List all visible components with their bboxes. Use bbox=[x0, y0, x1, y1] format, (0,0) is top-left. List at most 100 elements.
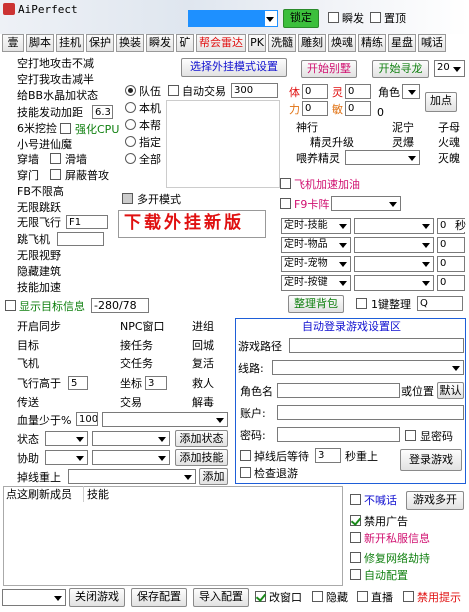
left-feature-10[interactable]: 无限飞行 bbox=[17, 216, 61, 229]
sync-airplane[interactable]: 飞机 bbox=[17, 357, 39, 370]
f9-card-dropdown[interactable] bbox=[331, 196, 401, 211]
tab-8[interactable]: PK bbox=[248, 34, 266, 52]
left-feature-3[interactable]: 技能发动加距 bbox=[17, 106, 83, 119]
tab-2[interactable]: 挂机 bbox=[56, 34, 84, 52]
account-input[interactable] bbox=[277, 405, 464, 420]
timer-type-1[interactable]: 定时-物品 bbox=[281, 237, 351, 253]
block-normal-attack-checkbox[interactable] bbox=[50, 169, 61, 180]
left-feature-4[interactable]: 6米挖捡 bbox=[17, 122, 57, 135]
auto-trade-input[interactable]: 300 bbox=[231, 83, 278, 98]
hp-dropdown[interactable] bbox=[102, 412, 228, 427]
assist-dropdown-1[interactable] bbox=[45, 450, 88, 465]
tab-12[interactable]: 精练 bbox=[358, 34, 386, 52]
start-pathfind-button[interactable]: 开始寻龙 bbox=[372, 60, 429, 78]
assist-dropdown-2[interactable] bbox=[92, 450, 170, 465]
feed-spirit-dropdown[interactable] bbox=[345, 150, 420, 165]
tab-3[interactable]: 保护 bbox=[86, 34, 114, 52]
new-private-label[interactable]: 新开私服信息 bbox=[364, 532, 430, 545]
left-feature-0[interactable]: 空打地攻击不减 bbox=[17, 57, 94, 70]
ban-ads-checkbox[interactable] bbox=[350, 515, 361, 526]
sync-start-sync[interactable]: 开启同步 bbox=[17, 320, 61, 333]
tab-7[interactable]: 帮会雷达 bbox=[196, 34, 246, 52]
tab-4[interactable]: 换装 bbox=[116, 34, 144, 52]
topmost-checkbox[interactable] bbox=[370, 12, 381, 23]
sync-target[interactable]: 目标 bbox=[17, 339, 39, 352]
organize-key-input[interactable]: Q bbox=[417, 296, 463, 311]
lock-button[interactable]: 锁定 bbox=[283, 9, 319, 28]
group-radio-3[interactable] bbox=[125, 136, 136, 147]
tab-14[interactable]: 喊话 bbox=[418, 34, 446, 52]
role-name-input[interactable] bbox=[277, 383, 400, 398]
tab-0[interactable]: 壹 bbox=[2, 34, 24, 52]
hide-checkbox[interactable] bbox=[312, 591, 323, 602]
no-shout-checkbox[interactable] bbox=[350, 494, 361, 505]
timer-type-2[interactable]: 定时-宠物 bbox=[281, 256, 351, 272]
agility-input[interactable]: 0 bbox=[345, 101, 371, 116]
multi-open-checkbox[interactable] bbox=[122, 193, 133, 204]
tab-11[interactable]: 焕魂 bbox=[328, 34, 356, 52]
auto-trade-checkbox[interactable] bbox=[168, 85, 179, 96]
status-dropdown-2[interactable] bbox=[92, 431, 170, 446]
sync-trade[interactable]: 交易 bbox=[120, 396, 142, 409]
group-radio-4[interactable] bbox=[125, 153, 136, 164]
body-input[interactable]: 0 bbox=[302, 84, 328, 99]
import-config-button[interactable]: 导入配置 bbox=[193, 588, 249, 607]
timer-value-1[interactable]: 0 bbox=[437, 237, 465, 253]
timer-item-2[interactable] bbox=[354, 256, 434, 272]
tab-9[interactable]: 洗髓 bbox=[268, 34, 296, 52]
fly-key-input[interactable]: F1 bbox=[66, 215, 108, 229]
group-radio-0[interactable] bbox=[125, 85, 136, 96]
timer-item-1[interactable] bbox=[354, 237, 434, 253]
select-mode-button[interactable]: 选择外挂模式设置 bbox=[181, 58, 287, 77]
sync-disconnect[interactable]: 掉线重上 bbox=[17, 471, 61, 484]
game-multi-button[interactable]: 游戏多开 bbox=[406, 491, 464, 510]
add-point-button[interactable]: 加点 bbox=[425, 92, 457, 112]
hp-value-input[interactable]: 100 bbox=[76, 412, 98, 426]
timer-item-0[interactable] bbox=[354, 218, 434, 234]
sync-assist[interactable]: 协助 bbox=[17, 452, 39, 465]
sync-npc-window[interactable]: NPC窗口 bbox=[120, 320, 165, 333]
sync-fly-higher[interactable]: 飞行高于 bbox=[17, 377, 61, 390]
default-button[interactable]: 默认 bbox=[437, 382, 464, 399]
sync-status[interactable]: 状态 bbox=[17, 433, 39, 446]
group-radio-1[interactable] bbox=[125, 102, 136, 113]
tab-1[interactable]: 脚本 bbox=[26, 34, 54, 52]
level-dropdown[interactable]: 20 bbox=[434, 60, 465, 77]
header-dropdown[interactable] bbox=[188, 10, 278, 27]
member-list-header-refresh[interactable]: 点这刷新成员 bbox=[6, 488, 72, 501]
coord-input[interactable]: 3 bbox=[145, 376, 167, 390]
check-exit-checkbox[interactable] bbox=[240, 467, 251, 478]
route-dropdown[interactable] bbox=[272, 360, 464, 375]
sync-teleport[interactable]: 传送 bbox=[17, 396, 39, 409]
sync-hp-less[interactable]: 血量少于% bbox=[17, 414, 71, 427]
sync-revive[interactable]: 复活 bbox=[192, 357, 214, 370]
left-feature-2[interactable]: 给BB水晶加状态 bbox=[17, 89, 98, 102]
sync-coord[interactable]: 坐标 bbox=[120, 377, 142, 390]
f9-card-checkbox[interactable] bbox=[280, 198, 291, 209]
left-feature-5[interactable]: 小号进仙魔 bbox=[17, 138, 72, 151]
power-input[interactable]: 0 bbox=[302, 101, 328, 116]
fly-speed-checkbox[interactable] bbox=[280, 178, 291, 189]
sync-submit-task[interactable]: 交任务 bbox=[120, 357, 153, 370]
new-private-checkbox[interactable] bbox=[350, 532, 361, 543]
left-feature-12[interactable]: 无限视野 bbox=[17, 249, 61, 262]
start-villa-button[interactable]: 开始别墅 bbox=[301, 60, 357, 78]
sync-advance[interactable]: 进组 bbox=[192, 320, 214, 333]
timer-type-0[interactable]: 定时-技能 bbox=[281, 218, 351, 234]
live-checkbox[interactable] bbox=[357, 591, 368, 602]
spirit-input[interactable]: 0 bbox=[345, 84, 371, 99]
left-feature-7[interactable]: 穿门 bbox=[17, 169, 39, 182]
left-feature-13[interactable]: 隐藏建筑 bbox=[17, 265, 61, 278]
member-list[interactable] bbox=[3, 486, 343, 586]
minimize-checkbox[interactable] bbox=[328, 12, 339, 23]
left-feature-8[interactable]: FB不限高 bbox=[17, 185, 64, 198]
sync-detox[interactable]: 解毒 bbox=[192, 396, 214, 409]
tab-6[interactable]: 矿 bbox=[176, 34, 194, 52]
organize-bag-button[interactable]: 整理背包 bbox=[288, 295, 344, 313]
disable-prompt-checkbox[interactable] bbox=[403, 591, 414, 602]
slide-wall-checkbox[interactable] bbox=[50, 153, 61, 164]
sync-return-city[interactable]: 回城 bbox=[192, 339, 214, 352]
show-password-checkbox[interactable] bbox=[405, 430, 416, 441]
left-feature-11[interactable]: 跳飞机 bbox=[17, 233, 50, 246]
target-info-input[interactable]: -280/78 bbox=[91, 298, 149, 313]
